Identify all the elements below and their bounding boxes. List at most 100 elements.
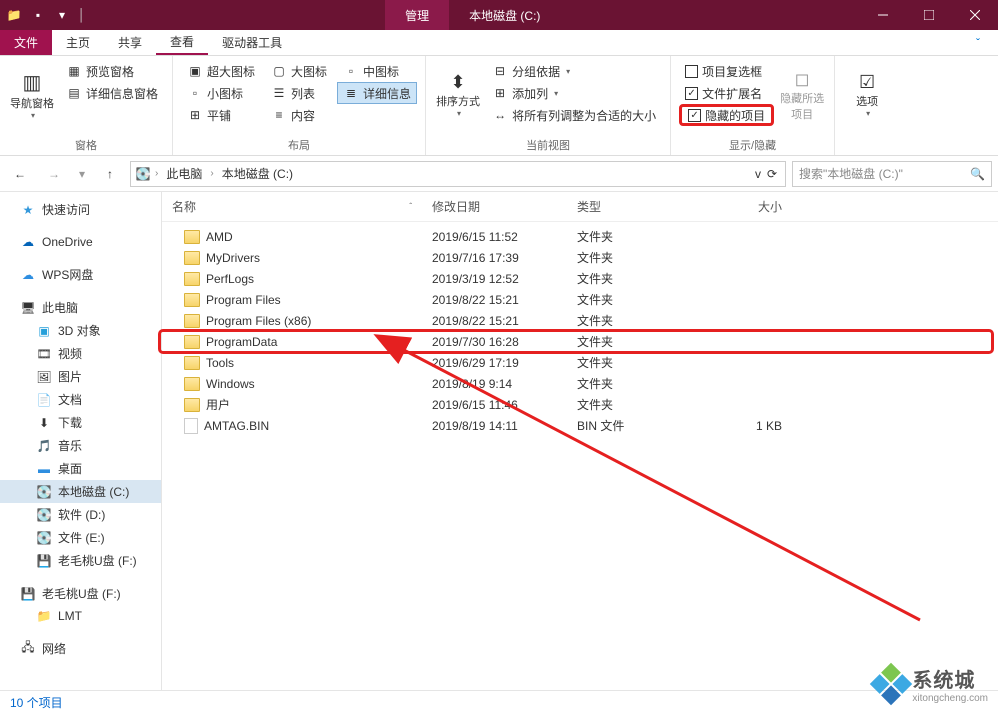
search-input[interactable]: 搜索"本地磁盘 (C:)" 🔍: [792, 161, 992, 187]
checkbox-icon: [685, 65, 698, 78]
sidebar-local-c[interactable]: 💽本地磁盘 (C:): [0, 480, 161, 503]
recent-dropdown[interactable]: ▾: [74, 160, 90, 188]
close-button[interactable]: [952, 0, 998, 30]
hide-selected-button[interactable]: ◻ 隐藏所选项目: [778, 60, 826, 130]
file-name: AMD: [206, 230, 233, 244]
tab-file[interactable]: 文件: [0, 30, 52, 55]
addressbar[interactable]: 💽 › 此电脑 › 本地磁盘 (C:) v ⟳: [130, 161, 786, 187]
file-row[interactable]: 用户2019/6/15 11:46文件夹: [162, 394, 998, 415]
back-button[interactable]: ←: [6, 160, 34, 188]
file-date: 2019/7/16 17:39: [432, 251, 577, 265]
layout-details[interactable]: ≣详细信息: [337, 82, 417, 104]
watermark-url: xitongcheng.com: [912, 693, 988, 704]
maximize-button[interactable]: [906, 0, 952, 30]
column-date[interactable]: 修改日期: [432, 198, 577, 215]
file-row[interactable]: MyDrivers2019/7/16 17:39文件夹: [162, 247, 998, 268]
file-name: 用户: [206, 396, 230, 413]
file-row[interactable]: Windows2019/8/19 9:14文件夹: [162, 373, 998, 394]
file-row[interactable]: PerfLogs2019/3/19 12:52文件夹: [162, 268, 998, 289]
forward-button[interactable]: →: [40, 160, 68, 188]
current-view-group-label: 当前视图: [434, 135, 662, 153]
sidebar-lmt[interactable]: 📁LMT: [0, 605, 161, 627]
nav-pane-button[interactable]: ▥ 导航窗格 ▾: [8, 60, 56, 130]
file-date: 2019/6/15 11:46: [432, 398, 577, 412]
usb-icon: 💾: [20, 586, 36, 602]
layout-extra-large[interactable]: ▣超大图标: [181, 60, 261, 82]
sidebar-onedrive[interactable]: ☁OneDrive: [0, 231, 161, 253]
file-row[interactable]: ProgramData2019/7/30 16:28文件夹: [160, 331, 992, 352]
sidebar-desktop[interactable]: ▬桌面: [0, 457, 161, 480]
sidebar-network[interactable]: 🖧网络: [0, 637, 161, 660]
column-name[interactable]: 名称ˆ: [172, 198, 432, 215]
addr-dropdown-icon[interactable]: v: [755, 167, 761, 181]
sidebar-soft-d[interactable]: 💽软件 (D:): [0, 503, 161, 526]
hidden-items-toggle[interactable]: ✓隐藏的项目: [679, 104, 774, 126]
drive-icon: 💽: [135, 166, 151, 182]
video-icon: 🎞: [36, 346, 52, 362]
layout-large[interactable]: ▢大图标: [265, 60, 333, 82]
sidebar-documents[interactable]: 📄文档: [0, 388, 161, 411]
crumb-drive[interactable]: 本地磁盘 (C:): [218, 165, 297, 182]
network-icon: 🖧: [20, 641, 36, 657]
sidebar-music[interactable]: 🎵音乐: [0, 434, 161, 457]
sidebar-pictures[interactable]: 🖼图片: [0, 365, 161, 388]
sidebar-usb-f[interactable]: 💾老毛桃U盘 (F:): [0, 549, 161, 572]
preview-pane-button[interactable]: ▦预览窗格: [60, 60, 164, 82]
tab-home[interactable]: 主页: [52, 30, 104, 55]
properties-icon[interactable]: ▪: [30, 7, 46, 23]
folder-icon: [184, 230, 200, 244]
up-button[interactable]: ↑: [96, 160, 124, 188]
options-button[interactable]: ☑ 选项 ▾: [843, 60, 891, 130]
size-columns-button[interactable]: ↔将所有列调整为合适的大小: [486, 104, 662, 126]
folder-icon: 📁: [6, 7, 22, 23]
layout-medium[interactable]: ▫中图标: [337, 60, 417, 82]
column-type[interactable]: 类型: [577, 198, 692, 215]
sort-by-button[interactable]: ⬍ 排序方式 ▾: [434, 60, 482, 130]
folder-icon: [184, 377, 200, 391]
tab-share[interactable]: 共享: [104, 30, 156, 55]
file-date: 2019/3/19 12:52: [432, 272, 577, 286]
ribbon-toggle-button[interactable]: ˇ: [958, 30, 998, 55]
crumb-this-pc[interactable]: 此电脑: [162, 165, 206, 182]
file-name: MyDrivers: [206, 251, 260, 265]
sidebar-this-pc[interactable]: 🖥此电脑: [0, 296, 161, 319]
file-date: 2019/6/29 17:19: [432, 356, 577, 370]
file-name: ProgramData: [206, 335, 277, 349]
layout-small[interactable]: ▫小图标: [181, 82, 261, 104]
document-icon: 📄: [36, 392, 52, 408]
item-checkboxes-toggle[interactable]: 项目复选框: [679, 60, 774, 82]
file-extensions-toggle[interactable]: ✓文件扩展名: [679, 82, 774, 104]
titlebar: 📁 ▪ ▾ │ 管理 本地磁盘 (C:): [0, 0, 998, 30]
details-pane-button[interactable]: ▤详细信息窗格: [60, 82, 164, 104]
watermark-text: 系统城: [912, 664, 988, 693]
file-type: 文件夹: [577, 228, 692, 245]
column-size[interactable]: 大小: [692, 198, 782, 215]
file-date: 2019/8/19 9:14: [432, 377, 577, 391]
sidebar-file-e[interactable]: 💽文件 (E:): [0, 526, 161, 549]
navbar: ← → ▾ ↑ 💽 › 此电脑 › 本地磁盘 (C:) v ⟳ 搜索"本地磁盘 …: [0, 156, 998, 192]
file-name: PerfLogs: [206, 272, 254, 286]
minimize-button[interactable]: [860, 0, 906, 30]
file-row[interactable]: Program Files (x86)2019/8/22 15:21文件夹: [162, 310, 998, 331]
tab-drive-tools[interactable]: 驱动器工具: [208, 30, 296, 55]
qat-dropdown[interactable]: ▾: [54, 7, 70, 23]
file-type: 文件夹: [577, 291, 692, 308]
file-row[interactable]: AMTAG.BIN2019/8/19 14:11BIN 文件1 KB: [162, 415, 998, 436]
sidebar-wps[interactable]: ☁WPS网盘: [0, 263, 161, 286]
sidebar-usb-f2[interactable]: 💾老毛桃U盘 (F:): [0, 582, 161, 605]
layout-tiles[interactable]: ⊞平铺: [181, 104, 261, 126]
sidebar-quick-access[interactable]: ★快速访问: [0, 198, 161, 221]
file-type: BIN 文件: [577, 417, 692, 434]
sidebar-3d-objects[interactable]: ▣3D 对象: [0, 319, 161, 342]
sidebar-videos[interactable]: 🎞视频: [0, 342, 161, 365]
layout-content[interactable]: ≡内容: [265, 104, 333, 126]
file-row[interactable]: Program Files2019/8/22 15:21文件夹: [162, 289, 998, 310]
refresh-icon[interactable]: ⟳: [767, 167, 777, 181]
file-row[interactable]: Tools2019/6/29 17:19文件夹: [162, 352, 998, 373]
tab-view[interactable]: 查看: [156, 30, 208, 55]
file-row[interactable]: AMD2019/6/15 11:52文件夹: [162, 226, 998, 247]
add-columns-button[interactable]: ⊞添加列▾: [486, 82, 662, 104]
layout-list[interactable]: ☰列表: [265, 82, 333, 104]
group-by-button[interactable]: ⊟分组依据▾: [486, 60, 662, 82]
sidebar-downloads[interactable]: ⬇下载: [0, 411, 161, 434]
